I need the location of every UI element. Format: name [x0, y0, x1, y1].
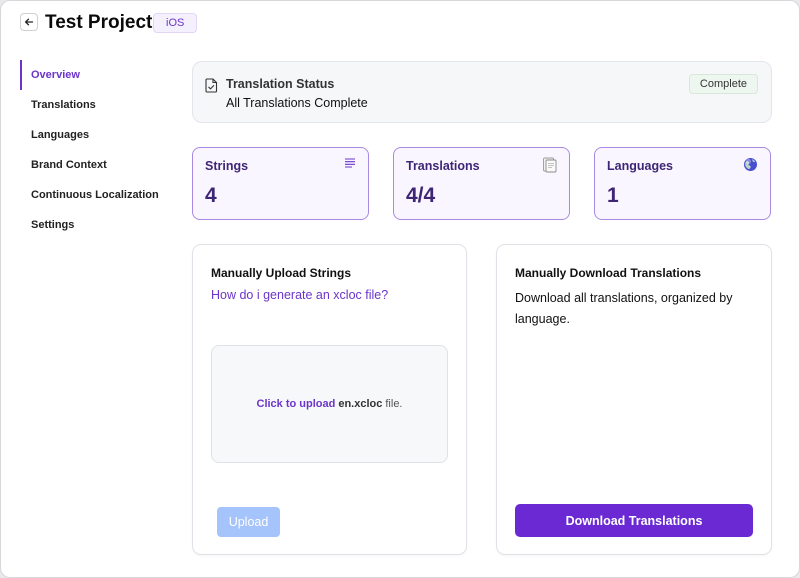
stat-card-translations: Translations 4/4 — [393, 147, 570, 220]
stat-value: 4/4 — [406, 184, 436, 207]
status-title: Translation Status — [226, 77, 335, 91]
download-description: Download all translations, organized by … — [515, 291, 733, 326]
arrow-left-icon — [24, 18, 34, 26]
back-button[interactable] — [20, 13, 38, 31]
status-badge: Complete — [688, 74, 758, 94]
stat-value: 4 — [205, 184, 217, 207]
xcloc-help-link[interactable]: How do i generate an xcloc file? — [211, 288, 388, 302]
sidebar-item-translations[interactable]: Translations — [20, 90, 170, 120]
upload-panel-title: Manually Upload Strings — [211, 266, 352, 280]
sidebar-item-continuous-localization[interactable]: Continuous Localization — [20, 180, 170, 210]
download-translations-button[interactable]: Download Translations — [515, 504, 753, 537]
document-icon — [543, 157, 557, 173]
platform-badge: iOS — [153, 13, 198, 33]
sidebar-item-languages[interactable]: Languages — [20, 120, 170, 150]
page-title: Test Project — [45, 12, 153, 33]
stat-card-languages: Languages 1 — [594, 147, 771, 220]
stat-card-strings: Strings 4 — [192, 147, 369, 220]
download-panel-title: Manually Download Translations — [515, 266, 702, 280]
sidebar-item-settings[interactable]: Settings — [20, 210, 170, 240]
dropzone-upload-link[interactable]: Click to upload — [257, 398, 336, 410]
sidebar-item-overview[interactable]: Overview — [20, 60, 170, 90]
translation-status-card: Translation Status All Translations Comp… — [192, 61, 772, 123]
dropzone-filename: en.xcloc — [338, 398, 383, 410]
stat-label: Translations — [406, 159, 480, 173]
status-text: All Translations Complete — [226, 96, 368, 110]
list-icon — [345, 158, 355, 168]
stat-value: 1 — [607, 184, 619, 207]
sidebar-item-brand-context[interactable]: Brand Context — [20, 150, 170, 180]
upload-button[interactable]: Upload — [217, 507, 280, 537]
app-window: Test Project iOS Overview Translations L… — [0, 0, 800, 578]
file-check-icon — [205, 78, 218, 93]
dropzone-suffix: file. — [385, 398, 403, 410]
stat-label: Languages — [607, 159, 673, 173]
sidebar: Overview Translations Languages Brand Co… — [20, 60, 170, 240]
file-dropzone[interactable]: Click to upload en.xcloc file. — [211, 345, 448, 463]
download-panel: Manually Download Translations Download … — [496, 244, 772, 555]
upload-panel: Manually Upload Strings How do i generat… — [192, 244, 467, 555]
stat-label: Strings — [205, 159, 249, 173]
globe-icon — [744, 158, 757, 171]
